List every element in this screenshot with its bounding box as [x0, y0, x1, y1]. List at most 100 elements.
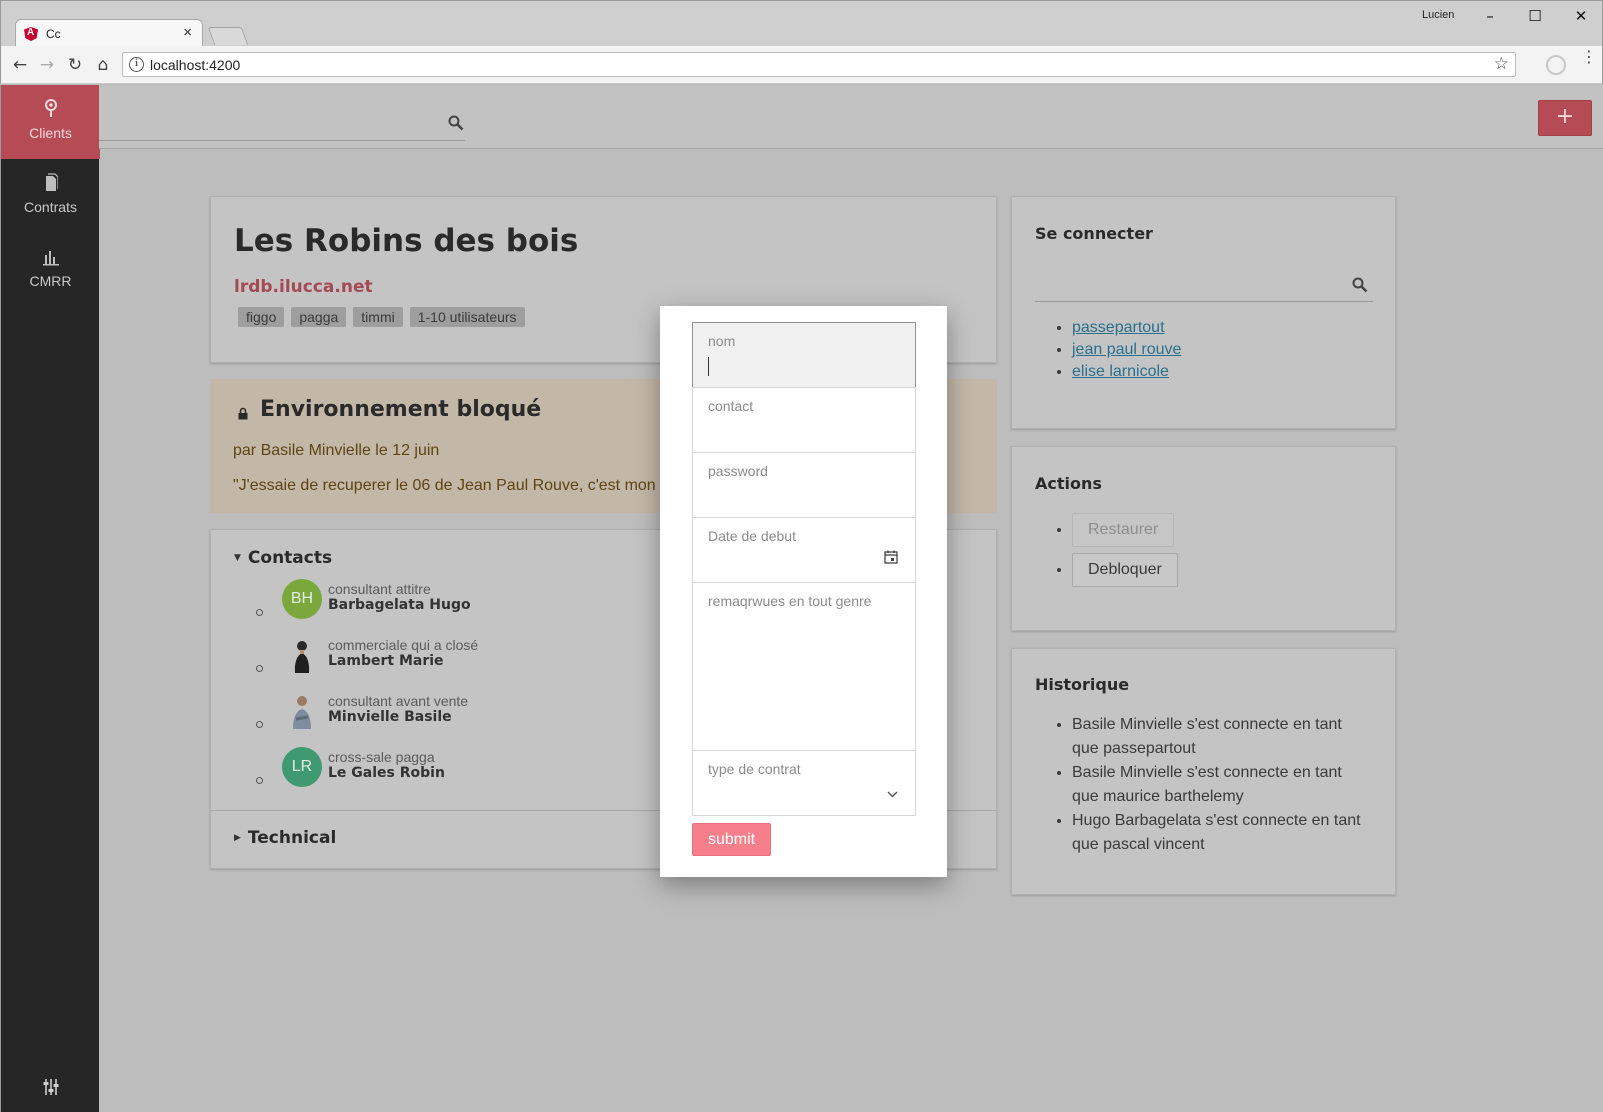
connect-list: passepartout jean paul rouve elise larni… — [1072, 319, 1181, 385]
contacts-toggle[interactable]: ▼ Contacts — [234, 548, 332, 568]
tab-close-icon[interactable]: × — [183, 24, 192, 41]
list-item: passepartout — [1072, 319, 1181, 337]
text-cursor — [708, 357, 709, 376]
bookmark-star-icon[interactable]: ☆ — [1494, 54, 1509, 74]
new-tab-button[interactable] — [207, 27, 249, 45]
submit-button[interactable]: submit — [692, 823, 771, 856]
minimize-icon[interactable]: – — [1475, 5, 1505, 27]
back-arrow-icon[interactable]: ← — [9, 55, 31, 75]
tab-title: Cc — [46, 27, 61, 41]
list-item: Basile Minvielle s'est connecte en tant … — [1072, 761, 1372, 809]
calendar-icon[interactable] — [884, 550, 898, 564]
maximize-icon[interactable]: ☐ — [1520, 5, 1550, 27]
address-bar: ← → ↻ ⌂ i localhost:4200 ☆ ⋮ — [0, 46, 1603, 84]
sliders-icon[interactable] — [43, 1078, 59, 1096]
sidebar-item-label: Clients — [29, 125, 72, 141]
sidebar: Clients Contrats CMRR — [0, 85, 100, 1112]
alert-title-text: Environnement bloqué — [260, 397, 542, 422]
nom-field[interactable]: nom — [692, 322, 916, 388]
contact-name: Barbagelata Hugo — [328, 597, 471, 613]
avatar: BH — [282, 579, 322, 619]
remarks-textarea[interactable]: remaqrwues en tout genre — [692, 582, 916, 751]
avatar: LR — [282, 747, 322, 787]
list-item: elise larnicole — [1072, 363, 1181, 381]
map-pin-icon — [44, 99, 57, 117]
contact-field[interactable]: contact — [692, 387, 916, 453]
document-icon — [45, 173, 58, 191]
search-icon[interactable] — [448, 115, 464, 131]
chevron-down-icon[interactable] — [887, 791, 898, 798]
client-search-input[interactable] — [99, 140, 465, 141]
browser-menu-icon[interactable]: ⋮ — [1581, 49, 1597, 65]
field-label: password — [708, 463, 768, 479]
contact-name: Lambert Marie — [328, 653, 444, 669]
connect-link[interactable]: jean paul rouve — [1072, 341, 1181, 358]
tag: pagga — [291, 307, 347, 327]
contact-role: consultant attitre — [328, 581, 431, 597]
list-item: Hugo Barbagelata s'est connecte en tant … — [1072, 809, 1372, 857]
history-card: Historique Basile Minvielle s'est connec… — [1011, 648, 1396, 895]
list-item: consultant avant vente Minvielle Basile — [256, 691, 656, 737]
field-label: contact — [708, 398, 754, 414]
extension-icon[interactable] — [1546, 55, 1566, 75]
connect-link[interactable]: passepartout — [1072, 319, 1165, 336]
browser-tab[interactable]: Cc × — [15, 19, 203, 48]
sidebar-item-label: Contrats — [24, 199, 77, 215]
bullet — [256, 721, 263, 728]
avatar — [293, 696, 311, 729]
avatar — [294, 641, 310, 673]
angular-favicon-icon — [24, 27, 38, 41]
contact-role: commerciale qui a closé — [328, 637, 479, 653]
contact-name: Le Gales Robin — [328, 765, 445, 781]
field-label: Date de debut — [708, 528, 796, 544]
technical-title: Technical — [247, 828, 337, 848]
alert-title: Environnement bloqué — [233, 397, 541, 422]
top-bar: + — [99, 85, 1603, 149]
search-icon[interactable] — [1352, 277, 1368, 293]
actions-title: Actions — [1035, 474, 1102, 493]
connect-card: Se connecter passepartout jean paul rouv… — [1011, 196, 1396, 429]
connect-link[interactable]: elise larnicole — [1072, 363, 1169, 380]
add-button[interactable]: + — [1538, 100, 1592, 136]
reload-icon[interactable]: ↻ — [64, 55, 86, 75]
history-list: Basile Minvielle s'est connecte en tant … — [1072, 713, 1372, 857]
field-label: nom — [708, 333, 736, 349]
password-field[interactable]: password — [692, 452, 916, 518]
url-field[interactable]: i localhost:4200 ☆ — [122, 52, 1516, 77]
tag: 1-10 utilisateurs — [409, 307, 525, 327]
contract-type-select[interactable]: type de contrat — [692, 750, 916, 816]
alert-author: par Basile Minvielle le 12 juin — [233, 442, 440, 459]
sidebar-item-clients[interactable]: Clients — [1, 85, 100, 159]
sidebar-item-cmrr[interactable]: CMRR — [1, 233, 100, 307]
list-item: Debloquer — [1072, 553, 1178, 587]
bullet — [256, 777, 263, 784]
info-icon[interactable]: i — [129, 57, 144, 72]
list-item: LR cross-sale pagga Le Gales Robin — [256, 747, 656, 793]
bar-chart-icon — [42, 251, 59, 266]
field-label: type de contrat — [708, 761, 801, 777]
connect-search-input[interactable] — [1035, 301, 1373, 302]
actions-card: Actions Restaurer Debloquer — [1011, 446, 1396, 631]
profile-name[interactable]: Lucien — [1422, 9, 1454, 21]
unlock-button[interactable]: Debloquer — [1072, 553, 1178, 587]
bullet — [256, 665, 263, 672]
bullet — [256, 609, 263, 616]
contacts-title: Contacts — [247, 548, 333, 568]
url-text: localhost:4200 — [150, 57, 241, 73]
start-date-field[interactable]: Date de debut — [692, 517, 916, 583]
browser-titlebar: Cc × Lucien – ☐ ✕ — [0, 0, 1603, 48]
technical-toggle[interactable]: ▶ Technical — [234, 828, 336, 848]
client-name: Les Robins des bois — [234, 223, 579, 259]
contact-role: cross-sale pagga — [328, 749, 435, 765]
sidebar-item-contrats[interactable]: Contrats — [1, 159, 100, 233]
restore-button[interactable]: Restaurer — [1072, 513, 1175, 547]
forward-arrow-icon[interactable]: → — [36, 55, 58, 75]
close-window-icon[interactable]: ✕ — [1566, 5, 1596, 27]
list-item: jean paul rouve — [1072, 341, 1181, 359]
caret-down-icon: ▼ — [234, 553, 241, 563]
client-url-link[interactable]: lrdb.ilucca.net — [234, 277, 373, 297]
list-item: Basile Minvielle s'est connecte en tant … — [1072, 713, 1372, 761]
contact-role: consultant avant vente — [328, 693, 469, 709]
home-icon[interactable]: ⌂ — [92, 55, 114, 75]
client-tags: figgo pagga timmi 1-10 utilisateurs — [238, 307, 532, 327]
